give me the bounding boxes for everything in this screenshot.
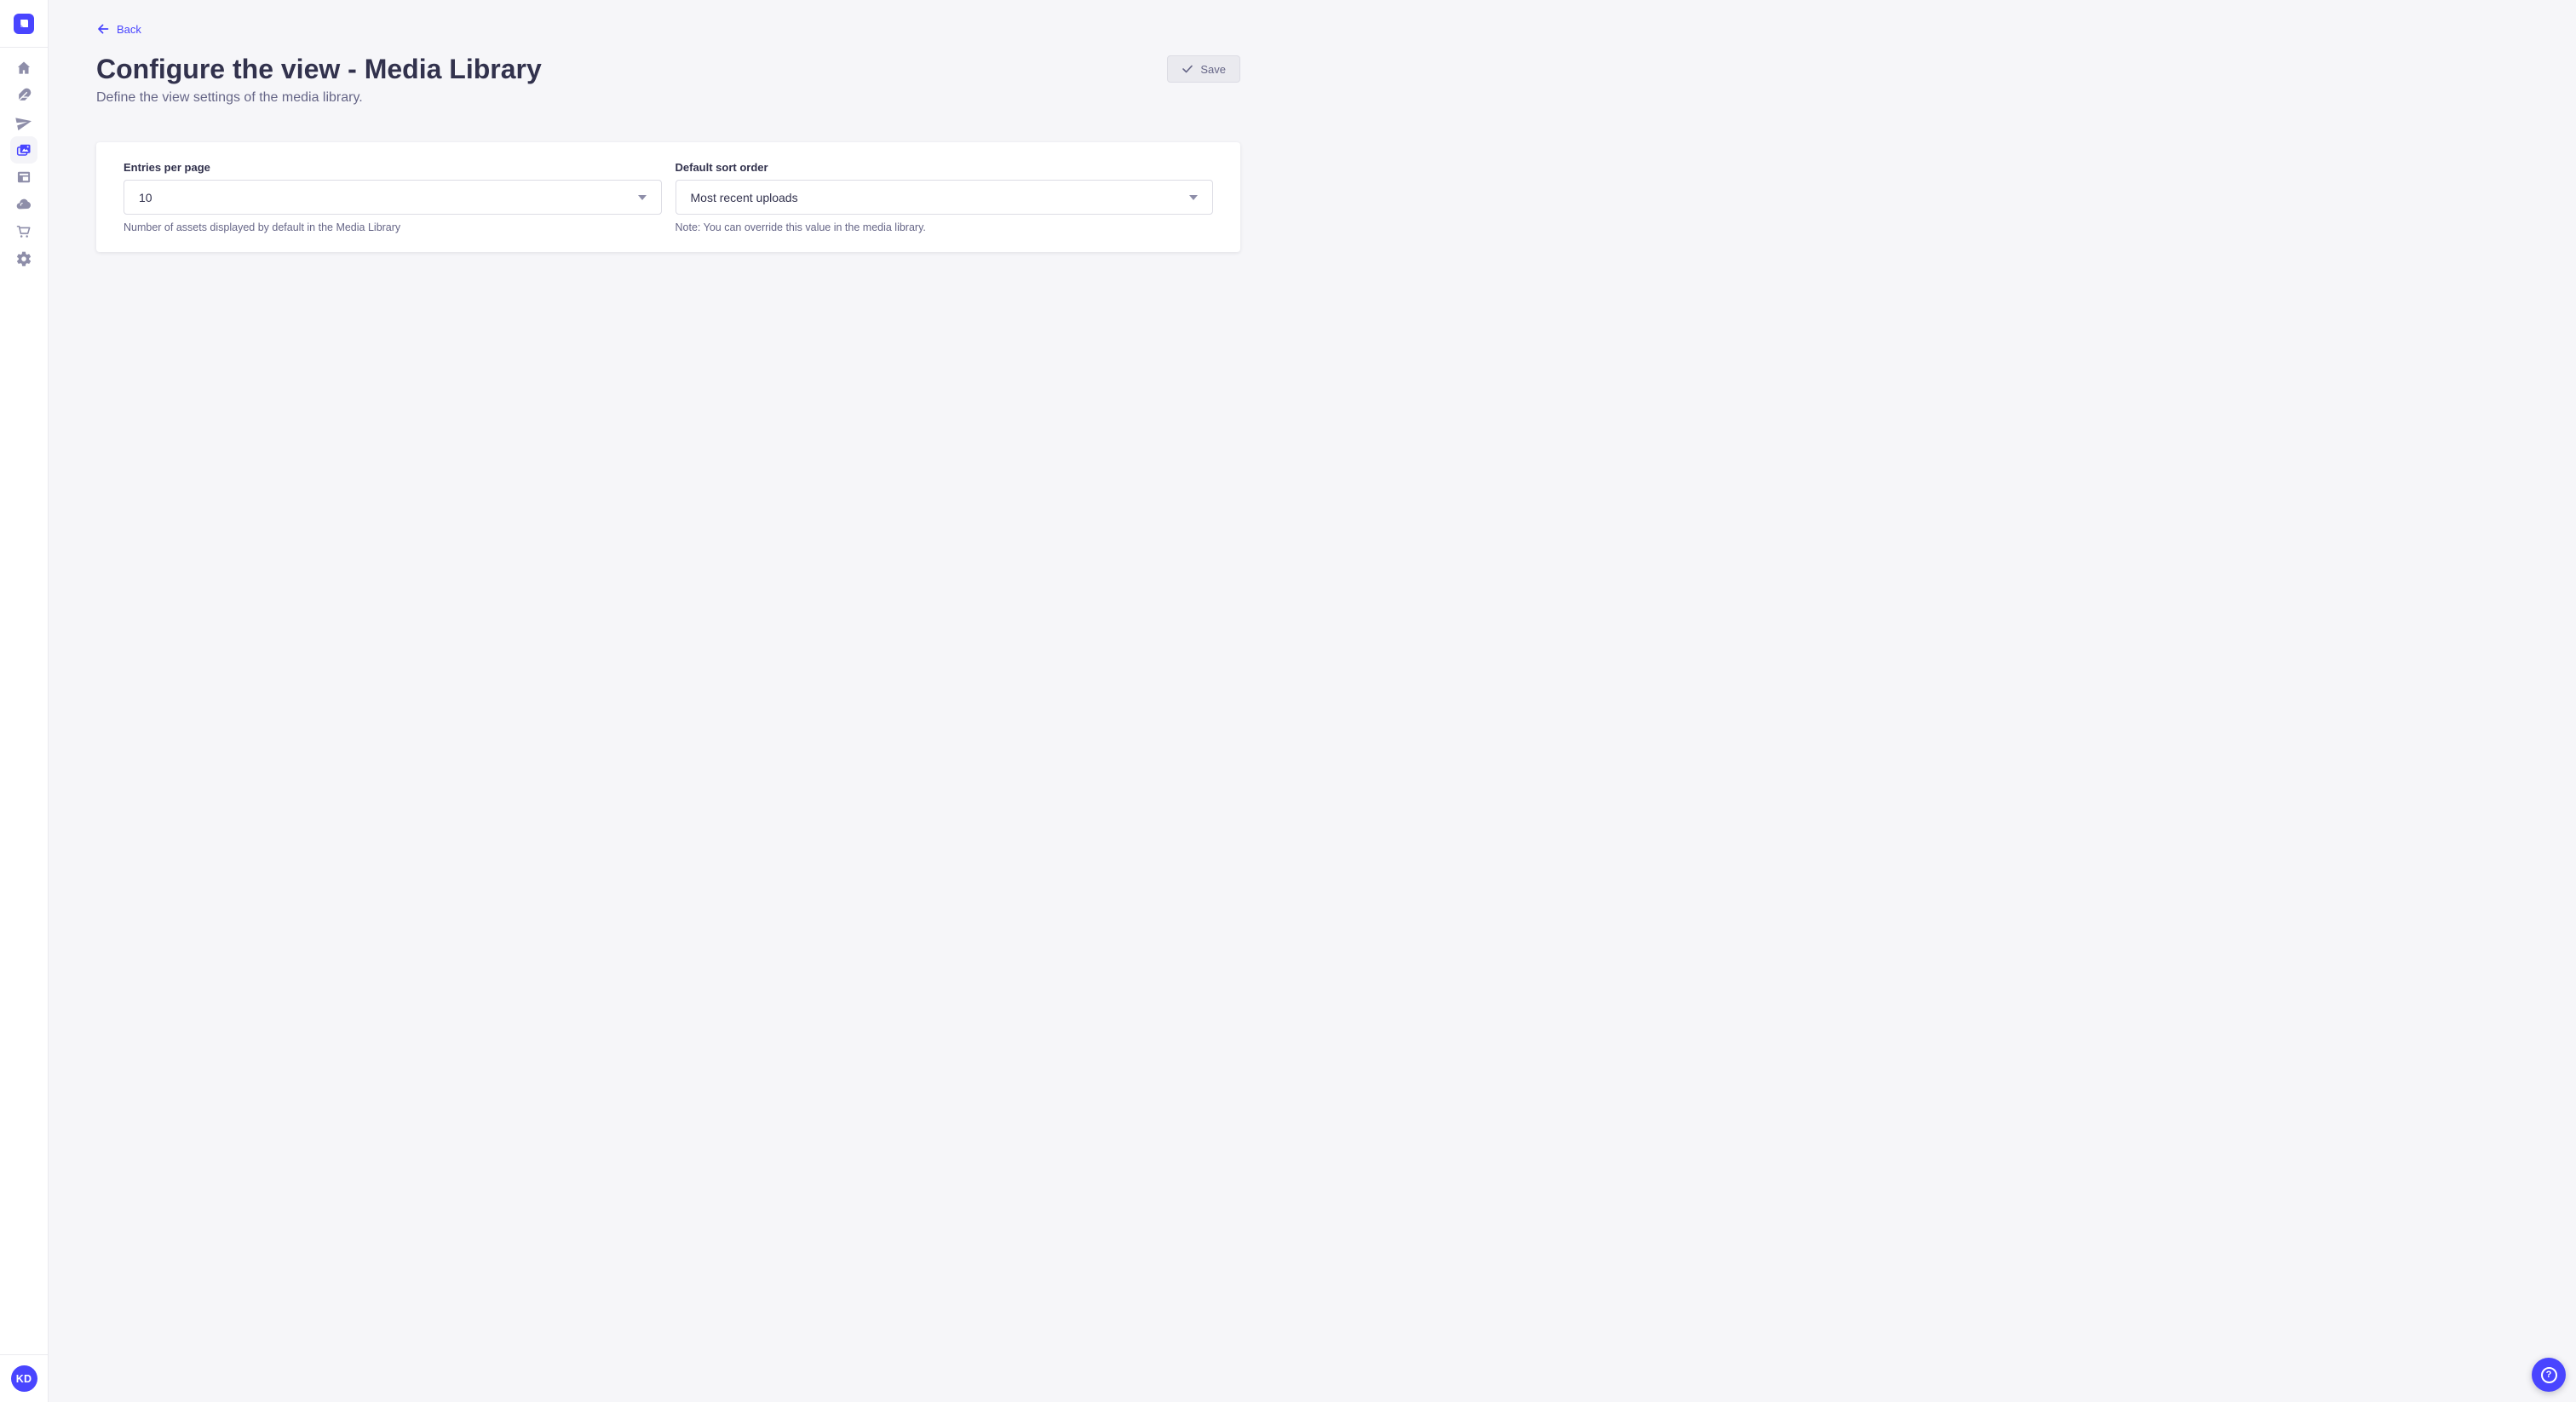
arrow-left-icon	[96, 22, 110, 36]
cart-icon	[15, 223, 32, 240]
gear-icon	[15, 250, 32, 267]
view-settings-card: Entries per page 10 Number of assets dis…	[96, 142, 1240, 252]
sidebar-item-home[interactable]	[10, 55, 37, 82]
avatar[interactable]: KD	[11, 1365, 37, 1392]
media-library-icon	[15, 141, 32, 158]
page-header: Configure the view - Media Library Save	[96, 52, 1240, 86]
sidebar-item-layout[interactable]	[10, 164, 37, 191]
field-entries-per-page: Entries per page 10 Number of assets dis…	[124, 161, 662, 234]
default-sort-order-select[interactable]: Most recent uploads	[676, 180, 1214, 215]
default-sort-order-value: Most recent uploads	[691, 191, 798, 204]
check-icon	[1182, 63, 1193, 75]
sidebar-nav	[0, 48, 48, 1354]
default-sort-order-label: Default sort order	[676, 161, 1214, 175]
entries-per-page-select[interactable]: 10	[124, 180, 662, 215]
main-content: Back Configure the view - Media Library …	[49, 0, 1288, 252]
sidebar-item-settings[interactable]	[10, 245, 37, 273]
page-title: Configure the view - Media Library	[96, 52, 542, 86]
help-button[interactable]: ?	[2532, 1358, 2566, 1392]
question-mark-icon: ?	[2541, 1367, 2557, 1383]
default-sort-order-hint: Note: You can override this value in the…	[676, 221, 1214, 234]
caret-down-icon	[1189, 195, 1198, 200]
save-label: Save	[1200, 63, 1226, 76]
paper-plane-icon	[15, 114, 32, 131]
page-subtitle: Define the view settings of the media li…	[96, 88, 1240, 108]
sidebar-item-media-library[interactable]	[10, 136, 37, 164]
layout-icon	[15, 169, 32, 186]
save-button[interactable]: Save	[1167, 55, 1240, 83]
sidebar-item-cloud[interactable]	[10, 191, 37, 218]
sidebar-item-feather[interactable]	[10, 82, 37, 109]
sidebar-item-cart[interactable]	[10, 218, 37, 245]
sidebar: KD	[0, 0, 49, 1402]
entries-per-page-value: 10	[139, 191, 152, 204]
caret-down-icon	[638, 195, 647, 200]
strapi-logo-icon	[14, 14, 34, 34]
cloud-icon	[15, 196, 32, 213]
back-link[interactable]: Back	[96, 22, 141, 36]
feather-icon	[15, 87, 32, 104]
user-cell: KD	[0, 1354, 48, 1402]
back-label: Back	[117, 23, 141, 36]
entries-per-page-hint: Number of assets displayed by default in…	[124, 221, 662, 234]
home-icon	[15, 60, 32, 77]
logo-cell	[0, 0, 48, 48]
field-default-sort-order: Default sort order Most recent uploads N…	[676, 161, 1214, 234]
sidebar-item-paper-plane[interactable]	[10, 109, 37, 136]
entries-per-page-label: Entries per page	[124, 161, 662, 175]
strapi-logo[interactable]	[14, 14, 34, 34]
